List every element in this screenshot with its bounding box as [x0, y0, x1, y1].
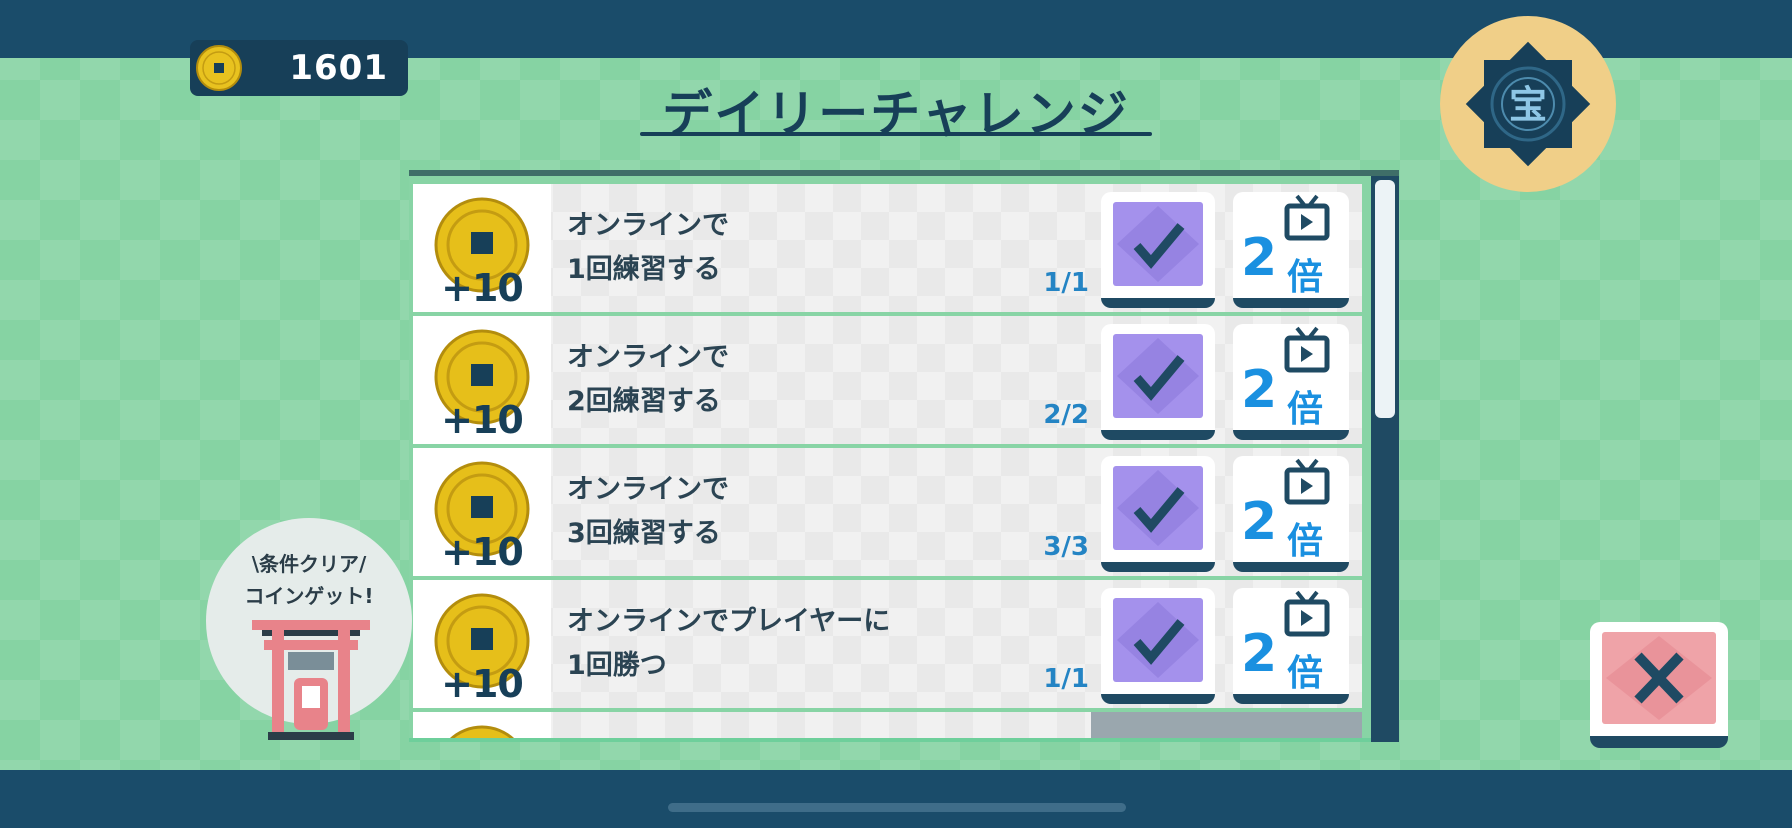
claim-button[interactable] — [1101, 324, 1215, 440]
double-reward-button[interactable]: 2 倍 — [1233, 588, 1349, 704]
checkmark-icon — [1117, 602, 1199, 678]
reward-cell: +10 — [413, 448, 551, 576]
claim-button[interactable] — [1101, 588, 1215, 704]
double-label-suffix: 倍 — [1287, 653, 1324, 694]
scrollbar-thumb[interactable] — [1375, 180, 1395, 418]
info-line-1: \条件クリア/ — [251, 552, 367, 576]
torii-gate-icon — [252, 620, 370, 740]
double-reward-button[interactable]: 2 倍 — [1233, 456, 1349, 572]
mission-description: オンラインで 1回練習する — [567, 210, 729, 285]
checkmark-icon — [1117, 470, 1199, 546]
double-label-suffix: 倍 — [1287, 389, 1324, 430]
mission-row: +10 オンラインでプレイヤーに 1回勝つ 1/1 2 倍 — [413, 580, 1362, 708]
mission-row: +10 オンラインで 2回練習する 2/2 2 倍 — [413, 316, 1362, 444]
mission-row: +10 オンラインで 3回練習する 3/3 2 倍 — [413, 448, 1362, 576]
info-bubble: \条件クリア/ コインゲット! — [206, 518, 412, 740]
mission-list-panel[interactable]: +10 オンラインで 1回練習する 1/1 2 倍 +10 オンラインで 2回練… — [409, 170, 1399, 742]
claim-button[interactable] — [1101, 192, 1215, 308]
double-reward-button[interactable]: 2 倍 — [1233, 192, 1349, 308]
mission-progress: 1/1 — [1043, 664, 1089, 694]
mission-progress: 3/3 — [1043, 532, 1089, 562]
double-label-suffix: 倍 — [1287, 521, 1324, 562]
mission-description: オンラインで 2回練習する — [567, 342, 729, 417]
reward-amount: +10 — [441, 530, 524, 574]
title-underline — [640, 132, 1152, 136]
reward-amount: +10 — [441, 662, 524, 706]
scrollbar-track[interactable] — [1371, 176, 1399, 742]
mission-description: オンラインで 3回練習する — [567, 474, 729, 549]
treasure-emblem-icon: 宝 — [1465, 41, 1591, 167]
checkmark-icon — [1117, 206, 1199, 282]
double-label: 2 — [1241, 228, 1277, 288]
bottom-bar — [0, 770, 1792, 828]
panel-bottom-edge — [409, 738, 1371, 742]
reward-amount: +10 — [441, 398, 524, 442]
double-label-suffix: 倍 — [1287, 257, 1324, 298]
double-reward-button[interactable]: 2 倍 — [1233, 324, 1349, 440]
mission-row: +10 オンラインで 1回練習する 1/1 2 倍 — [413, 184, 1362, 312]
mission-description: オンラインでプレイヤーに 1回勝つ — [567, 606, 891, 681]
treasure-button[interactable]: 宝 — [1440, 16, 1616, 192]
treasure-glyph: 宝 — [1509, 83, 1547, 127]
claim-button[interactable] — [1101, 456, 1215, 572]
reward-amount: +10 — [441, 266, 524, 310]
close-icon — [1606, 636, 1712, 720]
mission-progress: 2/2 — [1043, 400, 1089, 430]
checkmark-icon — [1117, 338, 1199, 414]
double-label: 2 — [1241, 492, 1277, 552]
double-label: 2 — [1241, 360, 1277, 420]
info-line-2: コインゲット! — [244, 584, 374, 608]
home-indicator[interactable] — [668, 803, 1126, 812]
mission-progress: 1/1 — [1043, 268, 1089, 298]
reward-cell: +10 — [413, 184, 551, 312]
reward-cell: +10 — [413, 580, 551, 708]
reward-cell: +10 — [413, 316, 551, 444]
double-label: 2 — [1241, 624, 1277, 684]
close-button[interactable] — [1590, 622, 1728, 748]
